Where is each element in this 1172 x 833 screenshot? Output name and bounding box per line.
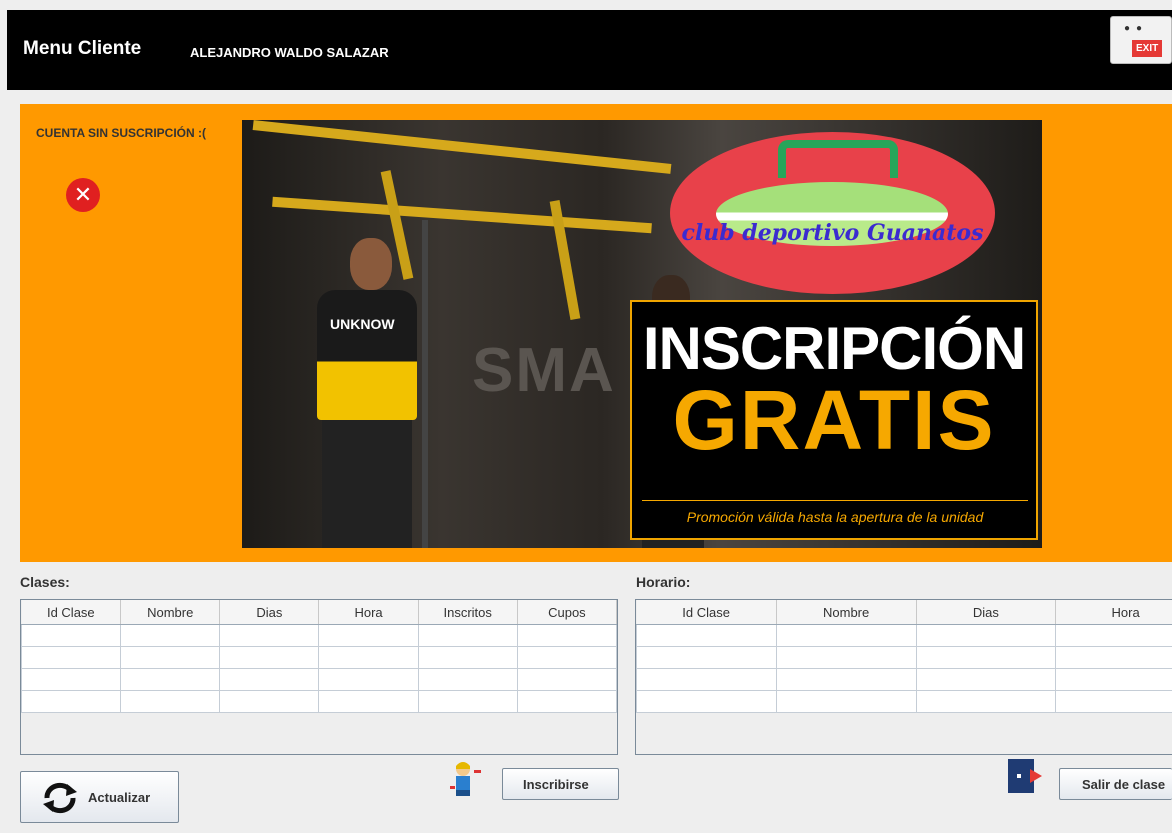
table-row[interactable] xyxy=(20,690,618,713)
column-header[interactable]: Nombre xyxy=(776,600,917,625)
horario-label: Horario: xyxy=(636,574,691,590)
clases-header-row: Id Clase Nombre Dias Hora Inscritos Cupo… xyxy=(21,600,618,625)
clases-label: Clases: xyxy=(20,574,70,590)
subscription-status: CUENTA SIN SUSCRIPCIÓN :( xyxy=(36,126,207,140)
refresh-button[interactable]: Actualizar xyxy=(20,771,179,823)
rack-beam xyxy=(252,120,672,174)
subscription-banner: CUENTA SIN SUSCRIPCIÓN :( ✕ SMA UNKNOW c… xyxy=(20,104,1172,562)
offer-headline-2: GRATIS xyxy=(672,373,996,467)
header-bar: Menu Cliente ALEJANDRO WALDO SALAZAR xyxy=(7,10,1172,90)
trainer-shirt xyxy=(317,290,417,420)
trainer-legs xyxy=(322,420,412,548)
page-title: Menu Cliente xyxy=(23,38,142,59)
offer-note: Promoción válida hasta la apertura de la… xyxy=(642,500,1028,525)
clases-table[interactable]: Id Clase Nombre Dias Hora Inscritos Cupo… xyxy=(20,599,618,755)
exit-label: EXIT xyxy=(1132,40,1163,57)
promo-image: SMA UNKNOW club deportivo Guanatos INSCR… xyxy=(242,120,1042,548)
trainer-figure: UNKNOW xyxy=(292,238,442,548)
exit-door-icon xyxy=(1008,759,1042,793)
leave-class-label: Salir de clase xyxy=(1082,777,1166,792)
enroll-button[interactable]: Inscribirse xyxy=(502,768,619,800)
column-header[interactable]: Id Clase xyxy=(636,600,777,625)
column-header[interactable]: Cupos xyxy=(517,600,618,625)
error-x-icon: ✕ xyxy=(66,178,100,212)
shirt-text: UNKNOW xyxy=(330,316,395,332)
wall-lettering: SMA xyxy=(472,336,616,405)
table-row[interactable] xyxy=(20,668,618,691)
exit-dots-icon: ●● xyxy=(1124,23,1149,34)
user-name: ALEJANDRO WALDO SALAZAR xyxy=(190,45,389,60)
trainer-head xyxy=(350,238,392,290)
refresh-label: Actualizar xyxy=(88,790,151,805)
column-header[interactable]: Hora xyxy=(1055,600,1172,625)
table-row[interactable] xyxy=(636,690,1172,713)
table-row[interactable] xyxy=(636,646,1172,669)
enroll-person-icon xyxy=(450,762,481,796)
table-row[interactable] xyxy=(20,646,618,669)
column-header[interactable]: Hora xyxy=(318,600,419,625)
column-header[interactable]: Id Clase xyxy=(21,600,122,625)
offer-box: INSCRIPCIÓN GRATIS Promoción válida hast… xyxy=(630,300,1038,540)
column-header[interactable]: Inscritos xyxy=(418,600,518,625)
column-header[interactable]: Dias xyxy=(916,600,1057,625)
exit-button[interactable]: ●● EXIT xyxy=(1110,16,1172,64)
column-header[interactable]: Nombre xyxy=(120,600,221,625)
table-row[interactable] xyxy=(20,624,618,647)
enroll-label: Inscribirse xyxy=(523,777,589,792)
club-name: club deportivo Guanatos xyxy=(681,220,984,246)
horario-header-row: Id Clase Nombre Dias Hora xyxy=(636,600,1172,625)
table-row[interactable] xyxy=(636,624,1172,647)
club-logo: club deportivo Guanatos xyxy=(670,132,995,294)
logo-bag-handle-icon xyxy=(778,140,898,178)
horario-table[interactable]: Id Clase Nombre Dias Hora xyxy=(635,599,1172,755)
table-row[interactable] xyxy=(636,668,1172,691)
column-header[interactable]: Dias xyxy=(219,600,320,625)
rack-beam xyxy=(272,196,652,234)
leave-class-button[interactable]: Salir de clase xyxy=(1059,768,1172,800)
refresh-icon xyxy=(43,782,77,814)
